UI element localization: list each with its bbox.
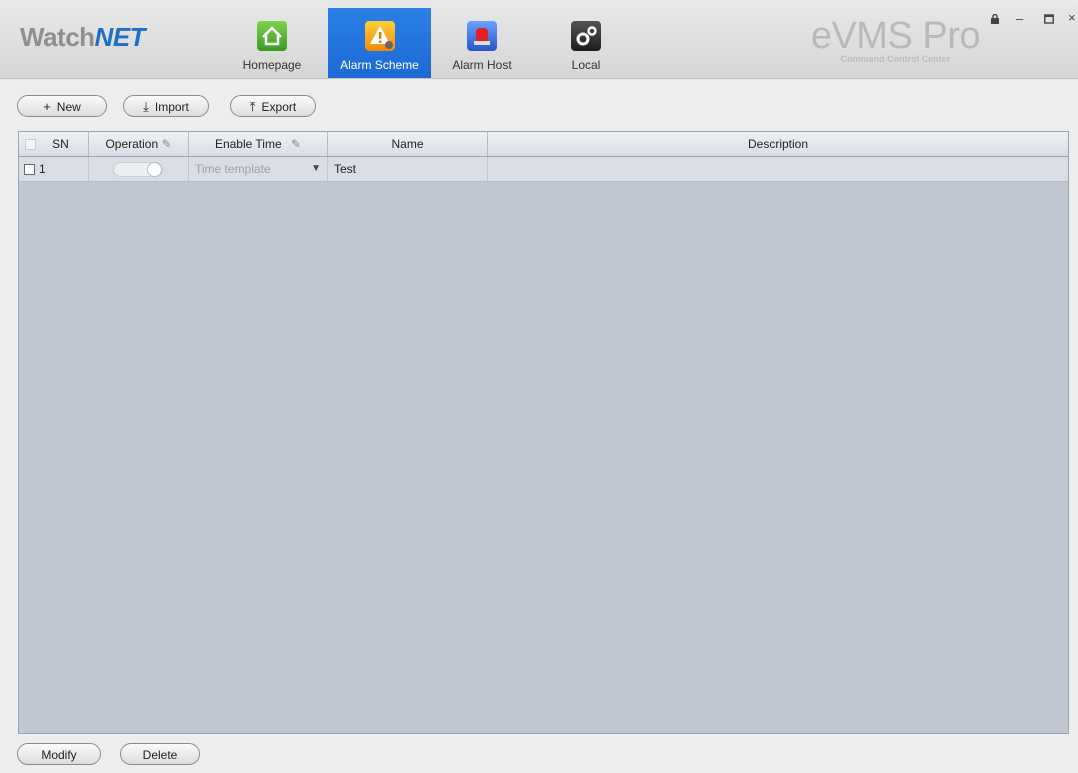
export-button-label: Export [261, 100, 297, 114]
brand-title: eVMS Pro [810, 15, 981, 57]
column-header-name: Name [328, 132, 488, 156]
time-template-select[interactable]: Time template ▼ [189, 157, 328, 181]
column-operation-label: Operation [105, 137, 159, 151]
logo-prefix: Watch [20, 22, 95, 52]
new-button-label: New [56, 100, 81, 114]
tab-local[interactable]: Local [544, 8, 628, 78]
tab-homepage-label: Homepage [242, 58, 302, 72]
cell-name: Test [328, 157, 488, 181]
tab-alarm-host[interactable]: Alarm Host [440, 8, 524, 78]
gear-icon [571, 21, 601, 51]
export-button[interactable]: ⤒ Export [230, 95, 316, 117]
tab-alarm-scheme-label: Alarm Scheme [340, 58, 419, 72]
close-icon[interactable]: × [1068, 10, 1076, 25]
delete-button[interactable]: Delete [120, 743, 200, 765]
table-row[interactable]: 1 Time template ▼ Test [19, 157, 1068, 182]
tab-local-label: Local [571, 58, 601, 72]
column-description-label: Description [747, 137, 809, 151]
tab-homepage[interactable]: Homepage [230, 8, 314, 78]
logo-suffix: NET [94, 22, 146, 52]
pencil-icon: ✎ [290, 137, 302, 151]
import-button-label: Import [154, 100, 189, 114]
column-header-enable-time: Enable Time ✎ [189, 132, 328, 156]
top-bar: WatchNET Homepage Alarm Scheme Alarm Hos… [0, 0, 1078, 79]
app-logo: WatchNET [20, 22, 146, 53]
time-template-value: Time template [195, 162, 271, 176]
table-header: SN Operation ✎ Enable Time ✎ Name Descri… [19, 132, 1068, 157]
brand-logo: eVMS Pro Command Control Center [810, 15, 981, 64]
column-name-label: Name [391, 137, 424, 151]
new-button[interactable]: + New [17, 95, 107, 117]
minimize-icon[interactable]: – [1016, 11, 1023, 26]
pencil-icon: ✎ [161, 137, 172, 151]
column-header-sn[interactable]: SN [19, 132, 89, 156]
column-header-operation: Operation ✎ [89, 132, 189, 156]
modify-button-label: Modify [41, 748, 77, 762]
select-all-checkbox[interactable] [25, 139, 36, 150]
enable-toggle[interactable] [113, 162, 163, 177]
import-button[interactable]: ⤓ Import [123, 95, 209, 117]
import-icon: ⤓ [143, 99, 149, 114]
modify-button[interactable]: Modify [17, 743, 101, 765]
alarm-host-icon [467, 21, 497, 51]
column-sn-label: SN [52, 137, 69, 151]
row-checkbox[interactable] [24, 164, 35, 175]
column-enable-time-label: Enable Time [214, 137, 282, 151]
column-header-description: Description [488, 132, 1068, 156]
toggle-knob [147, 162, 162, 177]
cell-sn: 1 [19, 157, 89, 181]
tab-alarm-scheme[interactable]: Alarm Scheme [328, 8, 431, 78]
row-name: Test [334, 162, 357, 176]
alarm-scheme-icon [364, 21, 395, 51]
alarm-scheme-table: SN Operation ✎ Enable Time ✎ Name Descri… [18, 131, 1069, 734]
lock-icon[interactable] [990, 12, 1000, 27]
dropdown-arrow-icon: ▼ [311, 163, 321, 174]
delete-button-label: Delete [142, 748, 178, 762]
plus-icon: + [43, 99, 51, 114]
cell-description [488, 157, 1068, 181]
tab-alarm-host-label: Alarm Host [452, 58, 512, 72]
maximize-icon[interactable] [1044, 12, 1054, 27]
home-icon [257, 21, 287, 51]
cell-operation [89, 157, 189, 181]
export-icon: ⤒ [249, 99, 256, 114]
